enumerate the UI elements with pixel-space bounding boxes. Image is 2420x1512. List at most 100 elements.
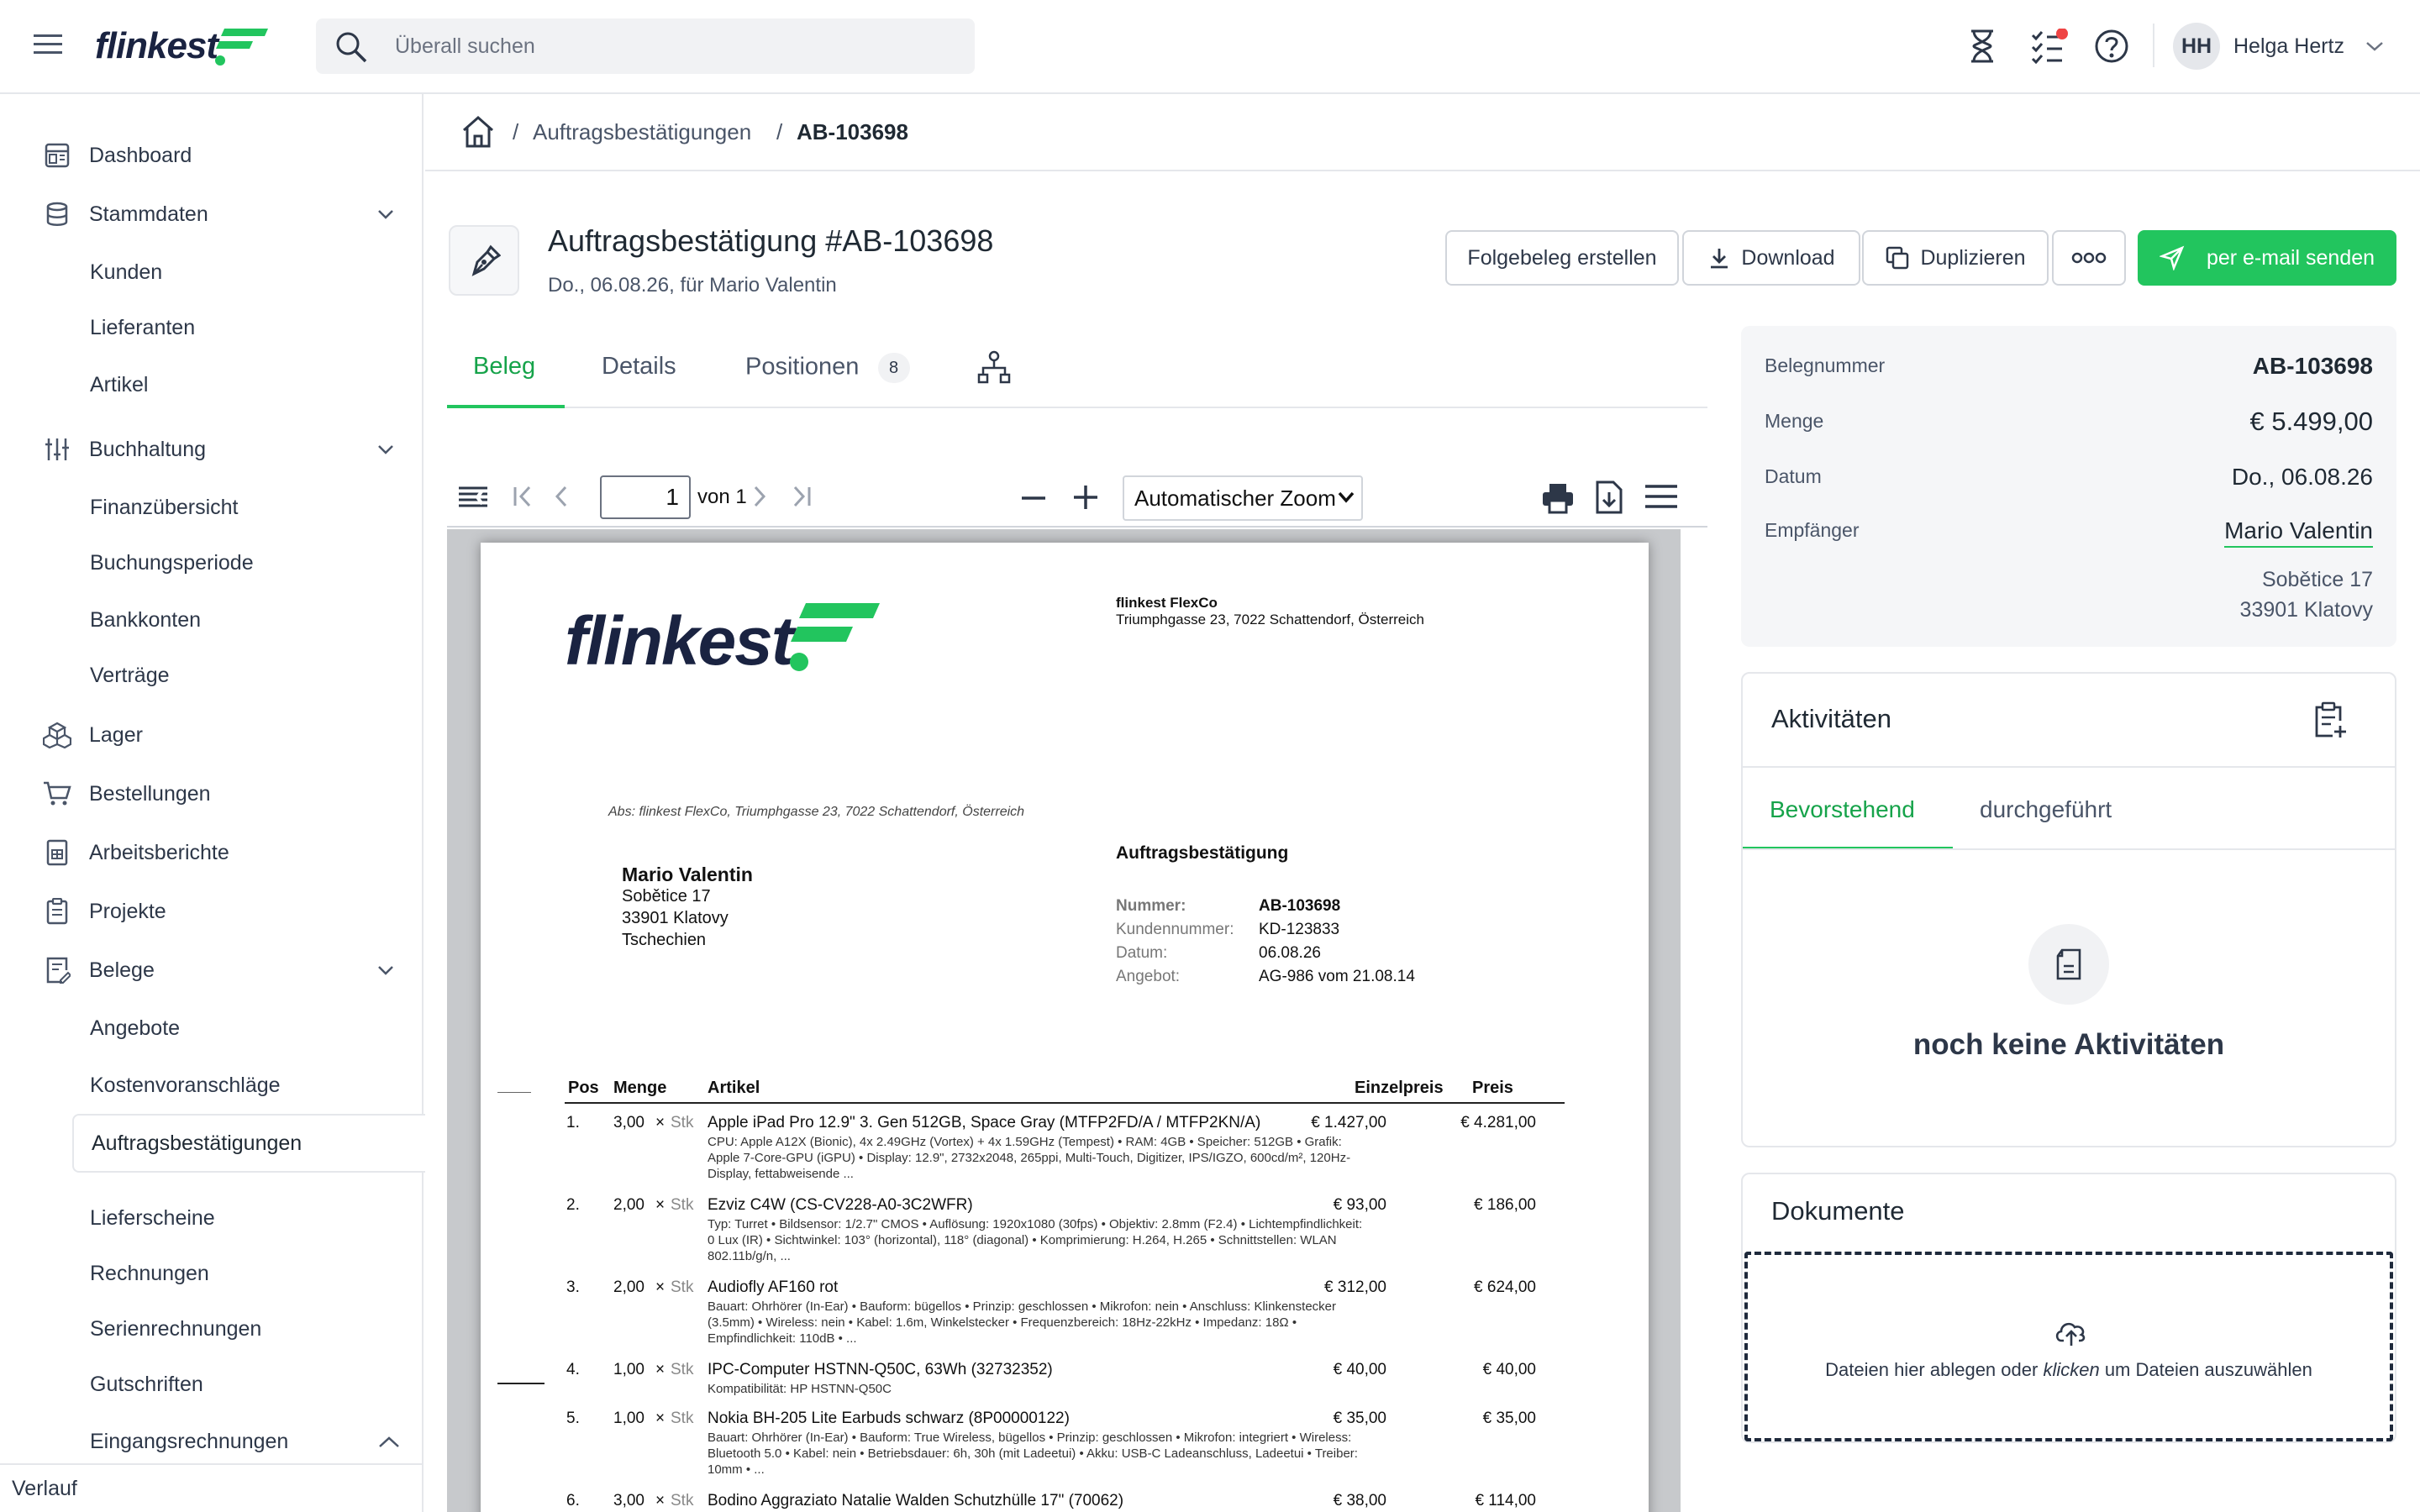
pdf-meta-label: Datum: <box>1116 944 1168 962</box>
hourglass-icon[interactable] <box>1966 29 1998 64</box>
sidebar: Dashboard Stammdaten Kunden Lieferanten … <box>0 94 425 1512</box>
pdf-item-unit: Stk <box>671 1196 694 1214</box>
pdf-meta-value: 06.08.26 <box>1259 944 1321 962</box>
tab-durchgefuehrt[interactable]: durchgeführt <box>1980 796 2112 823</box>
sidebar-item-belege[interactable]: Belege <box>42 949 393 991</box>
pdf-item-times: × <box>655 1278 666 1296</box>
pdf-item-pos: 2. <box>566 1196 580 1214</box>
tab-beleg[interactable]: Beleg <box>473 353 535 381</box>
sidebar-item-stammdaten[interactable]: Stammdaten <box>42 193 393 235</box>
pdf-table-header-line <box>565 1102 1565 1104</box>
breadcrumb-item-auftragsbestaetigungen[interactable]: Auftragsbestätigungen <box>533 119 751 145</box>
chevron-down-icon <box>1338 491 1355 504</box>
pdf-recipient-name: Mario Valentin <box>622 864 753 885</box>
sidebar-item-dashboard[interactable]: Dashboard <box>42 134 192 176</box>
menge-value: € 5.499,00 <box>2249 407 2373 436</box>
dropzone-click-link[interactable]: klicken <box>2043 1359 2099 1380</box>
save-pdf-icon[interactable] <box>1595 480 1623 514</box>
sidebar-item-angebote[interactable]: Angebote <box>90 1010 180 1047</box>
tools-menu-icon[interactable] <box>1644 484 1679 511</box>
tab-bevorstehend[interactable]: Bevorstehend <box>1770 796 1915 823</box>
zoom-in-icon[interactable] <box>1072 484 1099 511</box>
send-icon <box>2159 245 2185 270</box>
page-number-input[interactable]: 1 <box>600 475 691 519</box>
sidebar-item-vertraege[interactable]: Verträge <box>90 657 170 694</box>
pdf-fold-mark <box>497 1092 531 1093</box>
zoom-select[interactable]: Automatischer Zoom <box>1123 475 1363 521</box>
print-icon[interactable] <box>1541 482 1575 514</box>
empfaenger-street: Sobětice 17 <box>2261 568 2373 591</box>
pdf-item-name: Nokia BH-205 Lite Earbuds schwarz (8P000… <box>708 1410 1070 1427</box>
cloud-upload-icon <box>2054 1317 2089 1347</box>
history-panel[interactable]: Verlauf <box>0 1463 424 1512</box>
sidebar-item-buchhaltung[interactable]: Buchhaltung <box>42 428 393 470</box>
send-email-button[interactable]: per e-mail senden <box>2138 230 2396 286</box>
prev-page-icon[interactable] <box>551 484 571 509</box>
tab-positionen[interactable]: Positionen 8 <box>745 353 910 383</box>
pdf-item-name: Apple iPad Pro 12.9" 3. Gen 512GB, Space… <box>708 1114 1261 1131</box>
home-icon[interactable] <box>460 114 496 150</box>
last-page-icon[interactable] <box>788 484 813 509</box>
first-page-icon[interactable] <box>511 484 536 509</box>
sidebar-item-bestellungen[interactable]: Bestellungen <box>42 773 211 815</box>
user-name: Helga Hertz <box>2233 34 2344 58</box>
pdf-item-description: Bauart: Ohrhörer (In-Ear) • Bauform: büg… <box>708 1299 1337 1346</box>
sidebar-item-serienrechnungen[interactable]: Serienrechnungen <box>90 1310 261 1347</box>
sidebar-item-auftragsbestaetigungen[interactable]: Auftragsbestätigungen <box>72 1114 425 1173</box>
sidebar-label: Dashboard <box>89 143 192 167</box>
more-options-button[interactable] <box>2052 230 2126 286</box>
search-icon <box>334 30 368 64</box>
pdf-item-unit-price: € 1.427,00 <box>1311 1114 1386 1131</box>
sidebar-item-artikel[interactable]: Artikel <box>90 366 148 403</box>
user-menu[interactable]: HH Helga Hertz <box>2173 22 2385 71</box>
download-icon <box>1707 246 1731 270</box>
divider <box>1743 848 2395 850</box>
tab-bar <box>447 407 1707 408</box>
tab-relations[interactable] <box>976 349 1012 385</box>
pdf-meta-value: AG-986 vom 21.08.14 <box>1259 968 1415 985</box>
file-dropzone[interactable]: Dateien hier ablegen oder klicken um Dat… <box>1744 1252 2393 1441</box>
search-input[interactable]: Überall suchen <box>395 34 535 59</box>
sidebar-item-lieferanten[interactable]: Lieferanten <box>90 309 195 346</box>
pdf-item-times: × <box>655 1361 666 1378</box>
pdf-logo-mark-icon <box>790 603 881 671</box>
sidebar-toggle-icon[interactable] <box>457 486 489 509</box>
sidebar-item-projekte[interactable]: Projekte <box>42 890 166 932</box>
search-bar[interactable]: Überall suchen <box>316 18 975 74</box>
zoom-out-icon[interactable] <box>1020 486 1047 511</box>
sidebar-item-eingangsrechnungen[interactable]: Eingangsrechnungen <box>90 1423 288 1460</box>
help-icon[interactable] <box>2094 29 2129 64</box>
tab-details[interactable]: Details <box>602 353 676 381</box>
tasks-icon[interactable] <box>2030 29 2069 64</box>
app-logo[interactable]: flinkest <box>95 24 271 69</box>
sidebar-item-lager[interactable]: Lager <box>42 714 143 756</box>
sidebar-item-kunden[interactable]: Kunden <box>90 254 162 291</box>
pdf-item-times: × <box>655 1492 666 1509</box>
belegnummer-value: AB-103698 <box>2252 353 2373 379</box>
sidebar-item-gutschriften[interactable]: Gutschriften <box>90 1366 203 1403</box>
more-horizontal-icon <box>2071 252 2107 264</box>
sidebar-item-kostenvoranschlaege[interactable]: Kostenvoranschläge <box>90 1067 281 1104</box>
duplicate-button[interactable]: Duplizieren <box>1862 230 2049 286</box>
pdf-item-price: € 4.281,00 <box>1460 1114 1536 1131</box>
create-followup-button[interactable]: Folgebeleg erstellen <box>1445 230 1679 286</box>
pdf-fold-mark <box>497 1383 544 1384</box>
empfaenger-link[interactable]: Mario Valentin <box>2224 517 2373 548</box>
sidebar-item-rechnungen[interactable]: Rechnungen <box>90 1255 209 1292</box>
sidebar-item-arbeitsberichte[interactable]: Arbeitsberichte <box>42 832 229 874</box>
chevron-down-icon <box>375 959 397 981</box>
sidebar-item-buchungsperiode[interactable]: Buchungsperiode <box>90 544 254 581</box>
boxes-icon <box>42 720 72 750</box>
sidebar-item-lieferscheine[interactable]: Lieferscheine <box>90 1200 215 1236</box>
next-page-icon[interactable] <box>750 484 770 509</box>
download-button[interactable]: Download <box>1682 230 1860 286</box>
sidebar-item-bankkonten[interactable]: Bankkonten <box>90 601 201 638</box>
add-activity-icon[interactable] <box>2312 701 2349 739</box>
empfaenger-city: 33901 Klatovy <box>2239 598 2373 622</box>
chevron-up-icon[interactable] <box>376 1421 402 1458</box>
pdf-item-unit: Stk <box>671 1278 694 1296</box>
pdf-meta-value: AB-103698 <box>1259 897 1341 915</box>
menu-icon[interactable] <box>34 32 64 57</box>
sidebar-item-finanzuebersicht[interactable]: Finanzübersicht <box>90 489 238 526</box>
pdf-recipient-country: Tschechien <box>622 931 707 949</box>
